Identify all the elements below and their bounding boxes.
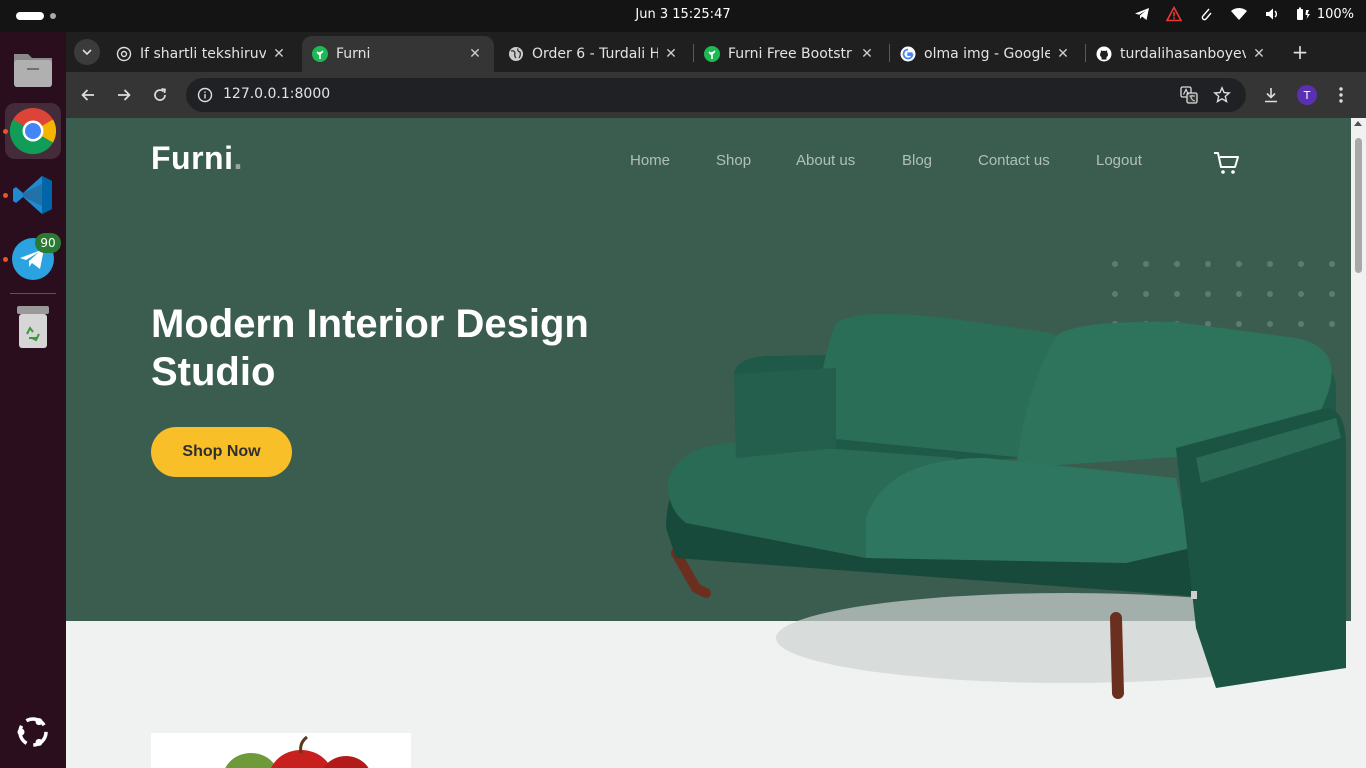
tab-title: Furni Free Bootstr: [728, 46, 852, 62]
system-tray[interactable]: 100%: [1134, 6, 1354, 22]
scroll-thumb[interactable]: [1355, 138, 1362, 273]
close-tab-icon[interactable]: ✕: [1252, 46, 1266, 62]
forward-arrow-icon: [118, 89, 131, 101]
nav-contact-us[interactable]: Contact us: [978, 152, 1050, 169]
forward-button[interactable]: [110, 81, 138, 109]
shop-now-button[interactable]: Shop Now: [151, 427, 292, 477]
hero-title-line2: Studio: [151, 350, 276, 394]
tab-title: Order 6 - Turdali H: [532, 46, 658, 62]
tab-title: olma img - Google: [924, 46, 1050, 62]
address-bar[interactable]: 127.0.0.1:8000: [186, 78, 1246, 112]
site-info-icon[interactable]: [196, 86, 214, 104]
running-indicator: [3, 193, 8, 198]
translate-icon[interactable]: [1179, 85, 1199, 105]
url-text[interactable]: 127.0.0.1:8000: [223, 86, 330, 102]
bookmark-star-icon[interactable]: [1212, 85, 1232, 105]
nav-logout[interactable]: Logout: [1096, 152, 1142, 169]
product-card[interactable]: [151, 733, 411, 768]
hero-title: Modern Interior Design Studio: [151, 300, 671, 396]
browser-toolbar: 127.0.0.1:8000 T: [66, 72, 1366, 118]
globe-icon: [508, 46, 524, 62]
page-viewport: Furni. Home Shop About us Blog Contact u…: [66, 118, 1351, 768]
kebab-menu-icon: [1339, 87, 1343, 103]
site-logo[interactable]: Furni.: [151, 140, 243, 177]
chrome-window: If shartli tekshiruv ✕ Furni ✕ Order 6 -…: [66, 32, 1366, 768]
download-icon: [1265, 88, 1277, 103]
battery-percent: 100%: [1316, 6, 1354, 22]
github-icon: [1096, 46, 1112, 62]
tab-search-button[interactable]: [74, 39, 100, 65]
scroll-up-arrow-icon[interactable]: [1354, 121, 1362, 126]
new-tab-button[interactable]: +: [1288, 40, 1312, 64]
battery-icon[interactable]: 100%: [1296, 6, 1354, 22]
hero-title-line1: Modern Interior Design: [151, 302, 589, 346]
tab-4[interactable]: olma img - Google ✕: [890, 36, 1082, 72]
logo-dot: .: [233, 140, 243, 176]
reload-icon: [154, 88, 166, 101]
tab-0[interactable]: If shartli tekshiruv ✕: [106, 36, 298, 72]
close-tab-icon[interactable]: ✕: [272, 46, 286, 62]
telegram-icon[interactable]: [1134, 6, 1150, 22]
clip-icon[interactable]: [1198, 6, 1214, 22]
furni-favicon: [312, 46, 328, 62]
tab-strip: If shartli tekshiruv ✕ Furni ✕ Order 6 -…: [66, 32, 1366, 72]
furni-favicon: [704, 46, 720, 62]
files-icon[interactable]: [5, 39, 61, 95]
close-tab-icon[interactable]: ✕: [468, 46, 482, 62]
close-tab-icon[interactable]: ✕: [1056, 46, 1070, 62]
tab-3[interactable]: Furni Free Bootstr ✕: [694, 36, 886, 72]
downloads-button[interactable]: [1257, 81, 1285, 109]
close-tab-icon[interactable]: ✕: [860, 46, 874, 62]
close-tab-icon[interactable]: ✕: [664, 46, 678, 62]
tab-title: turdalihasanboyev: [1120, 46, 1246, 62]
trash-icon[interactable]: [5, 299, 61, 355]
tab-1[interactable]: Furni ✕: [302, 36, 494, 72]
chrome-icon[interactable]: [3, 103, 61, 159]
reload-button[interactable]: [146, 81, 174, 109]
chrome-menu-button[interactable]: [1327, 81, 1355, 109]
cart-icon[interactable]: [1212, 148, 1242, 178]
tab-5[interactable]: turdalihasanboyev ✕: [1086, 36, 1278, 72]
google-icon: [900, 46, 916, 62]
tab-2[interactable]: Order 6 - Turdali H ✕: [498, 36, 690, 72]
telegram-icon[interactable]: 90: [3, 231, 61, 287]
vscode-icon[interactable]: [3, 167, 61, 223]
running-indicator: [3, 257, 8, 262]
chatgpt-icon: [116, 46, 132, 62]
logo-text: Furni: [151, 140, 234, 176]
tab-title: If shartli tekshiruv: [140, 46, 266, 62]
wifi-icon[interactable]: [1230, 6, 1248, 22]
avatar: T: [1297, 85, 1317, 105]
back-button[interactable]: [74, 81, 102, 109]
warning-icon[interactable]: [1165, 6, 1182, 22]
apple-product-image: [225, 735, 369, 768]
system-top-bar: Jun 3 15:25:47 100%: [0, 0, 1366, 32]
tab-title: Furni: [336, 46, 371, 62]
profile-button[interactable]: T: [1293, 81, 1321, 109]
notification-badge: 90: [35, 233, 61, 253]
dock-separator: [10, 293, 56, 294]
nav-blog[interactable]: Blog: [902, 152, 932, 169]
nav-shop[interactable]: Shop: [716, 152, 751, 169]
volume-icon[interactable]: [1264, 6, 1280, 22]
ubuntu-apps-icon[interactable]: [5, 704, 61, 760]
sofa-image: [666, 314, 1346, 699]
nav-home[interactable]: Home: [630, 152, 670, 169]
ubuntu-dock: 90: [0, 32, 66, 768]
nav-about-us[interactable]: About us: [796, 152, 855, 169]
running-indicator: [3, 129, 8, 134]
page-scrollbar[interactable]: [1351, 118, 1366, 768]
back-arrow-icon: [81, 89, 94, 101]
